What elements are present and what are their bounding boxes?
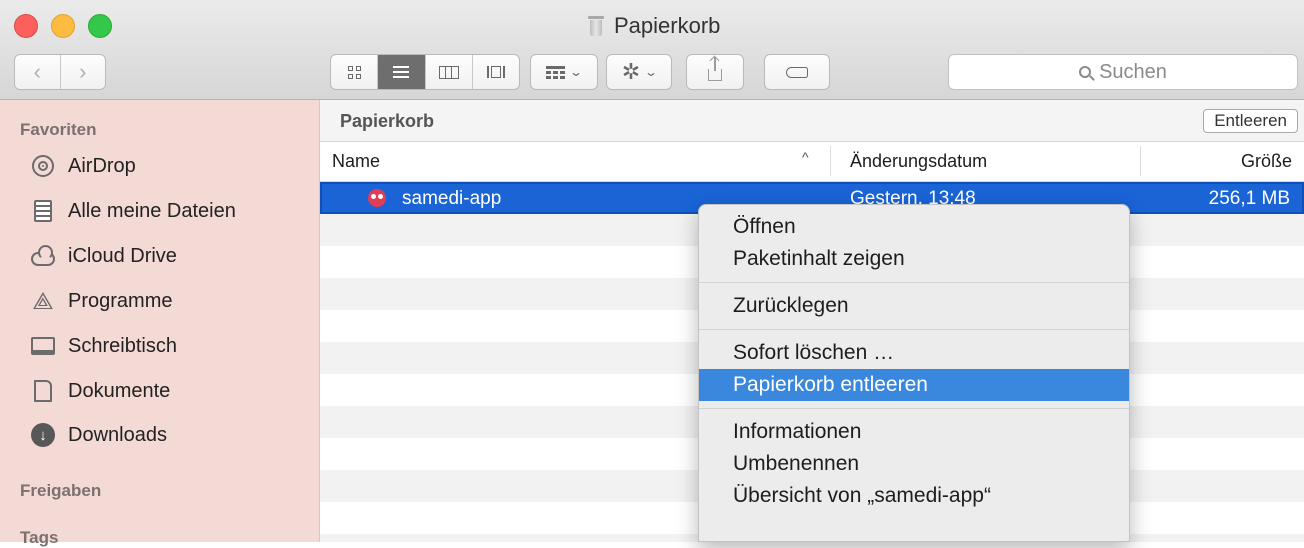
menu-separator — [699, 282, 1129, 283]
zoom-window-button[interactable] — [88, 14, 112, 38]
path-bar: Papierkorb Entleeren — [320, 100, 1304, 142]
coverflow-view-button[interactable] — [471, 55, 519, 89]
desktop-icon — [31, 337, 55, 355]
trash-icon — [588, 16, 604, 36]
close-window-button[interactable] — [14, 14, 38, 38]
share-button[interactable] — [686, 54, 744, 90]
column-divider[interactable] — [830, 146, 831, 176]
documents-icon — [34, 380, 52, 402]
chevron-down-icon: ⌄ — [569, 65, 584, 79]
menu-separator — [699, 329, 1129, 330]
window-title-text: Papierkorb — [614, 13, 721, 38]
navigation-buttons: ‹ › — [14, 54, 106, 90]
forward-button[interactable]: › — [59, 55, 106, 89]
menu-item-show-package-contents[interactable]: Paketinhalt zeigen — [699, 243, 1129, 275]
sidebar-item-airdrop[interactable]: AirDrop — [30, 146, 310, 186]
folder-title: Papierkorb — [340, 111, 435, 131]
gear-icon: ✲ — [621, 59, 641, 84]
sidebar-item-documents[interactable]: Dokumente — [30, 371, 310, 411]
sidebar-item-downloads[interactable]: ↓ Downloads — [30, 415, 310, 455]
sidebar-heading-shared: Freigaben — [20, 481, 102, 500]
sidebar-item-label: AirDrop — [68, 154, 136, 177]
icon-view-button[interactable] — [331, 55, 377, 89]
sort-ascending-icon: ^ — [802, 149, 809, 165]
column-header-row: Name ^ Änderungsdatum Größe — [320, 142, 1304, 182]
column-header-name[interactable]: Name — [332, 151, 380, 172]
downloads-icon: ↓ — [31, 423, 55, 447]
action-button[interactable]: ✲ ⌄ — [606, 54, 672, 90]
list-view-button[interactable] — [377, 55, 425, 89]
menu-item-quick-look[interactable]: Übersicht von „samedi-app“ — [699, 480, 1129, 512]
menu-item-rename[interactable]: Umbenennen — [699, 448, 1129, 480]
column-header-size[interactable]: Größe — [1241, 151, 1292, 172]
arrange-icon — [546, 65, 566, 79]
list-view-icon — [393, 66, 410, 78]
search-input[interactable]: Suchen — [948, 54, 1298, 90]
airdrop-icon — [32, 155, 54, 177]
back-button[interactable]: ‹ — [15, 55, 60, 89]
sidebar-item-all-files[interactable]: Alle meine Dateien — [30, 191, 310, 231]
all-files-icon — [34, 200, 52, 222]
window-titlebar: Papierkorb ‹ › ⌄ ✲ ⌄ Suchen — [0, 0, 1304, 100]
column-view-icon — [438, 65, 459, 79]
app-icon — [368, 189, 386, 207]
chevron-down-icon: ⌄ — [644, 65, 659, 79]
sidebar-item-label: Downloads — [68, 423, 167, 446]
arrange-button[interactable]: ⌄ — [530, 54, 598, 90]
column-divider[interactable] — [1140, 146, 1141, 176]
search-placeholder: Suchen — [1099, 60, 1167, 83]
menu-item-empty-trash[interactable]: Papierkorb entleeren — [699, 369, 1129, 401]
file-size: 256,1 MB — [1208, 188, 1290, 209]
sidebar-item-label: iCloud Drive — [68, 244, 177, 267]
sidebar-item-label: Alle meine Dateien — [68, 199, 236, 222]
menu-item-open[interactable]: Öffnen — [699, 211, 1129, 243]
menu-item-put-back[interactable]: Zurücklegen — [699, 290, 1129, 322]
menu-item-get-info[interactable]: Informationen — [699, 416, 1129, 448]
sidebar-item-label: Dokumente — [68, 379, 171, 402]
tags-button[interactable] — [764, 54, 830, 90]
sidebar-item-label: Schreibtisch — [68, 334, 177, 357]
applications-icon: ⟁ — [32, 287, 54, 315]
coverflow-view-icon — [486, 66, 505, 78]
sidebar-item-label: Programme — [68, 289, 173, 312]
view-mode-segmented-control — [330, 54, 520, 90]
sidebar: Favoriten AirDrop Alle meine Dateien iCl… — [0, 100, 320, 547]
file-name: samedi-app — [402, 188, 502, 209]
sidebar-heading-tags: Tags — [20, 528, 59, 547]
minimize-window-button[interactable] — [51, 14, 75, 38]
menu-separator — [699, 408, 1129, 409]
sidebar-item-applications[interactable]: ⟁ Programme — [30, 281, 310, 321]
sidebar-heading-favorites: Favoriten — [20, 120, 97, 139]
column-view-button[interactable] — [424, 55, 472, 89]
sidebar-item-icloud-drive[interactable]: iCloud Drive — [30, 236, 310, 276]
search-icon — [1079, 66, 1092, 78]
cloud-icon — [31, 245, 55, 266]
window-title: Papierkorb — [588, 12, 720, 40]
sidebar-item-desktop[interactable]: Schreibtisch — [30, 326, 310, 366]
share-icon — [708, 57, 722, 81]
empty-trash-button[interactable]: Entleeren — [1203, 109, 1298, 133]
context-menu: Öffnen Paketinhalt zeigen Zurücklegen So… — [698, 204, 1130, 542]
icon-view-icon — [347, 65, 361, 79]
tag-icon — [786, 66, 808, 78]
menu-item-delete-immediately[interactable]: Sofort löschen … — [699, 337, 1129, 369]
column-header-date[interactable]: Änderungsdatum — [850, 151, 987, 172]
